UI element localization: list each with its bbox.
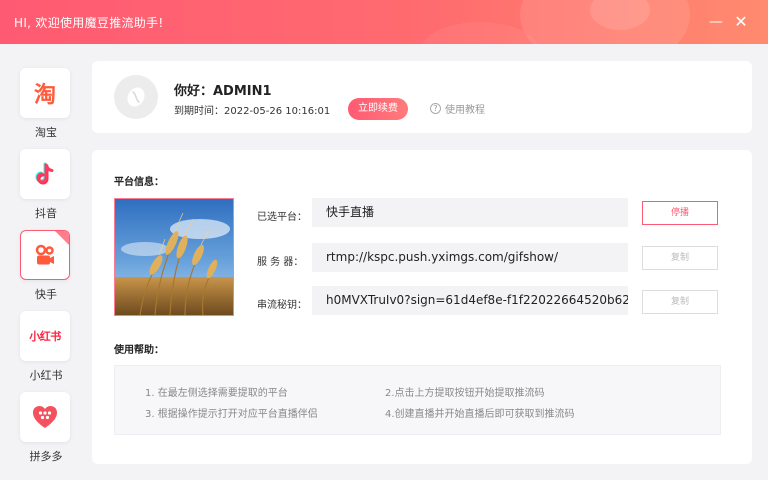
question-icon: ? (430, 103, 441, 114)
help-step: 1. 在最左侧选择需要提取的平台 (145, 388, 288, 399)
kuaishou-card[interactable] (20, 230, 70, 280)
minimize-button[interactable]: — (706, 12, 726, 32)
stream-key-value[interactable]: h0MVXTruIv0?sign=61d4ef8e-f1f22022664520… (312, 286, 628, 315)
wheat-image (115, 199, 233, 315)
taobao-icon: 淘 (33, 83, 56, 108)
help-step: 3. 根据操作提示打开对应平台直播伴侣 (145, 409, 318, 420)
expire-time: 到期时间：2022-05-26 10:16:01 (174, 106, 331, 117)
help-step: 4.创建直播并开始直播后即可获取到推流码 (385, 409, 575, 420)
platform-section-title: 平台信息： (114, 177, 164, 188)
platform-info-card: 平台信息： 已选平台： 快手直播 停播 服 务 器： rtmp://kspc.p… (92, 150, 752, 464)
sidebar-item-pinduoduo[interactable]: 拼多多 (20, 392, 72, 464)
avatar (114, 75, 158, 119)
sidebar-item-label: 抖音 (35, 207, 57, 220)
user-card: 你好：ADMIN1 到期时间：2022-05-26 10:16:01 立即续费 … (92, 61, 752, 133)
sidebar-item-label: 快手 (35, 288, 57, 301)
help-step: 2.点击上方提取按钮开始提取推流码 (385, 388, 545, 399)
sidebar-item-label: 淘宝 (35, 126, 57, 139)
douyin-icon (35, 162, 54, 185)
sidebar-item-label: 拼多多 (29, 450, 63, 463)
help-section-title: 使用帮助： (114, 345, 164, 356)
app-title: HI, 欢迎使用魔豆推流助手! (14, 16, 164, 30)
copy-server-button[interactable]: 复制 (642, 246, 718, 270)
taobao-card[interactable]: 淘 (20, 68, 70, 118)
title-bar: HI, 欢迎使用魔豆推流助手! — ✕ (0, 0, 768, 44)
platform-sidebar: 淘 淘宝 抖音 快手 小红书 小红书 拼多多 (0, 44, 90, 480)
close-button[interactable]: ✕ (731, 12, 751, 32)
selected-platform-label: 已选平台： (257, 212, 307, 223)
renew-button[interactable]: 立即续费 (348, 98, 408, 120)
sidebar-item-kuaishou[interactable]: 快手 (20, 230, 72, 302)
sidebar-item-taobao[interactable]: 淘 淘宝 (20, 68, 72, 140)
bean-icon (127, 87, 145, 107)
xiaohongshu-card[interactable]: 小红书 (20, 311, 70, 361)
tutorial-link[interactable]: ? 使用教程 (430, 101, 485, 116)
pinduoduo-icon (33, 406, 57, 428)
selected-platform-value: 快手直播 (312, 198, 628, 227)
tutorial-label: 使用教程 (445, 105, 485, 116)
copy-key-button[interactable]: 复制 (642, 290, 718, 314)
kuaishou-icon (35, 244, 54, 265)
sidebar-item-douyin[interactable]: 抖音 (20, 149, 72, 221)
sidebar-item-label: 小红书 (29, 369, 63, 382)
stop-stream-button[interactable]: 停播 (642, 201, 718, 225)
help-box: 1. 在最左侧选择需要提取的平台 2.点击上方提取按钮开始提取推流码 3. 根据… (114, 365, 721, 435)
user-greeting: 你好：ADMIN1 (174, 84, 272, 99)
pinduoduo-card[interactable] (20, 392, 70, 442)
stream-key-label: 串流秘钥： (257, 300, 307, 311)
sidebar-item-xiaohongshu[interactable]: 小红书 小红书 (20, 311, 72, 383)
platform-thumbnail (114, 198, 234, 316)
server-label: 服 务 器： (257, 257, 304, 268)
server-value[interactable]: rtmp://kspc.push.yximgs.com/gifshow/ (312, 243, 628, 272)
douyin-card[interactable] (20, 149, 70, 199)
xiaohongshu-icon: 小红书 (29, 330, 61, 343)
